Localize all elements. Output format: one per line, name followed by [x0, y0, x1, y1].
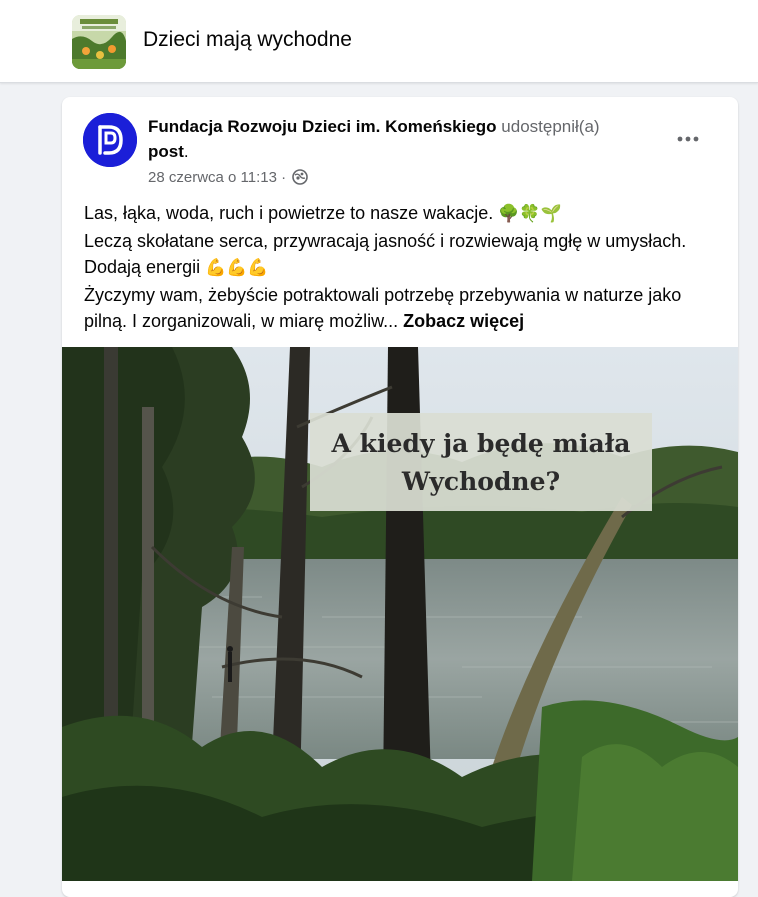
overlay-line-2: Wychodne? [401, 467, 561, 496]
meta-separator: · [281, 169, 287, 186]
post-meta: 28 czerwca o 11:13 · [148, 168, 309, 191]
post-paragraph-1: Las, łąka, woda, ruch i powietrze to nas… [84, 200, 724, 228]
overlay-line-1: A kiedy ja będę miała [331, 429, 631, 458]
author-name[interactable]: Fundacja Rozwoju Dzieci im. Komeńskiego [148, 117, 497, 136]
post-timestamp[interactable]: 28 czerwca o 11:13 [148, 169, 277, 186]
globe-icon[interactable] [292, 169, 309, 191]
shared-label: udostępnił(a) [501, 117, 600, 136]
post-header-line: Fundacja Rozwoju Dzieci im. Komeńskiego … [148, 114, 668, 164]
post-body: Las, łąka, woda, ruch i powietrze to nas… [84, 200, 724, 335]
group-title[interactable]: Dzieci mają wychodne [143, 28, 352, 52]
see-more-link[interactable]: Zobacz więcej [403, 311, 524, 331]
post-paragraph-3: Życzymy wam, żebyście potraktowali potrz… [84, 282, 724, 335]
post-text-line-1: Las, łąka, woda, ruch i powietrze to nas… [84, 203, 494, 223]
post-card: Fundacja Rozwoju Dzieci im. Komeńskiego … [62, 97, 738, 897]
more-options-button[interactable] [670, 121, 706, 157]
image-overlay-text: A kiedy ja będę miała Wychodne? [310, 425, 652, 501]
more-options-icon [677, 136, 699, 142]
post-link-suffix: . [183, 142, 189, 161]
author-avatar[interactable] [83, 113, 137, 167]
post-text-line-2: Leczą skołatane serca, przywracają jasno… [84, 230, 687, 278]
post-link[interactable]: post [148, 142, 184, 161]
post-image[interactable]: A kiedy ja będę miała Wychodne? [62, 347, 738, 881]
foundation-logo-icon [83, 113, 137, 167]
post-text-line-3: Życzymy wam, żebyście potraktowali potrz… [84, 284, 682, 332]
group-thumbnail[interactable] [72, 15, 126, 69]
post-paragraph-2: Leczą skołatane serca, przywracają jasno… [84, 228, 724, 282]
group-header: Dzieci mają wychodne [0, 0, 758, 83]
nature-emoji: 🌳🍀🌱 [498, 204, 562, 224]
flexed-biceps-emoji: 💪💪💪 [205, 258, 269, 278]
